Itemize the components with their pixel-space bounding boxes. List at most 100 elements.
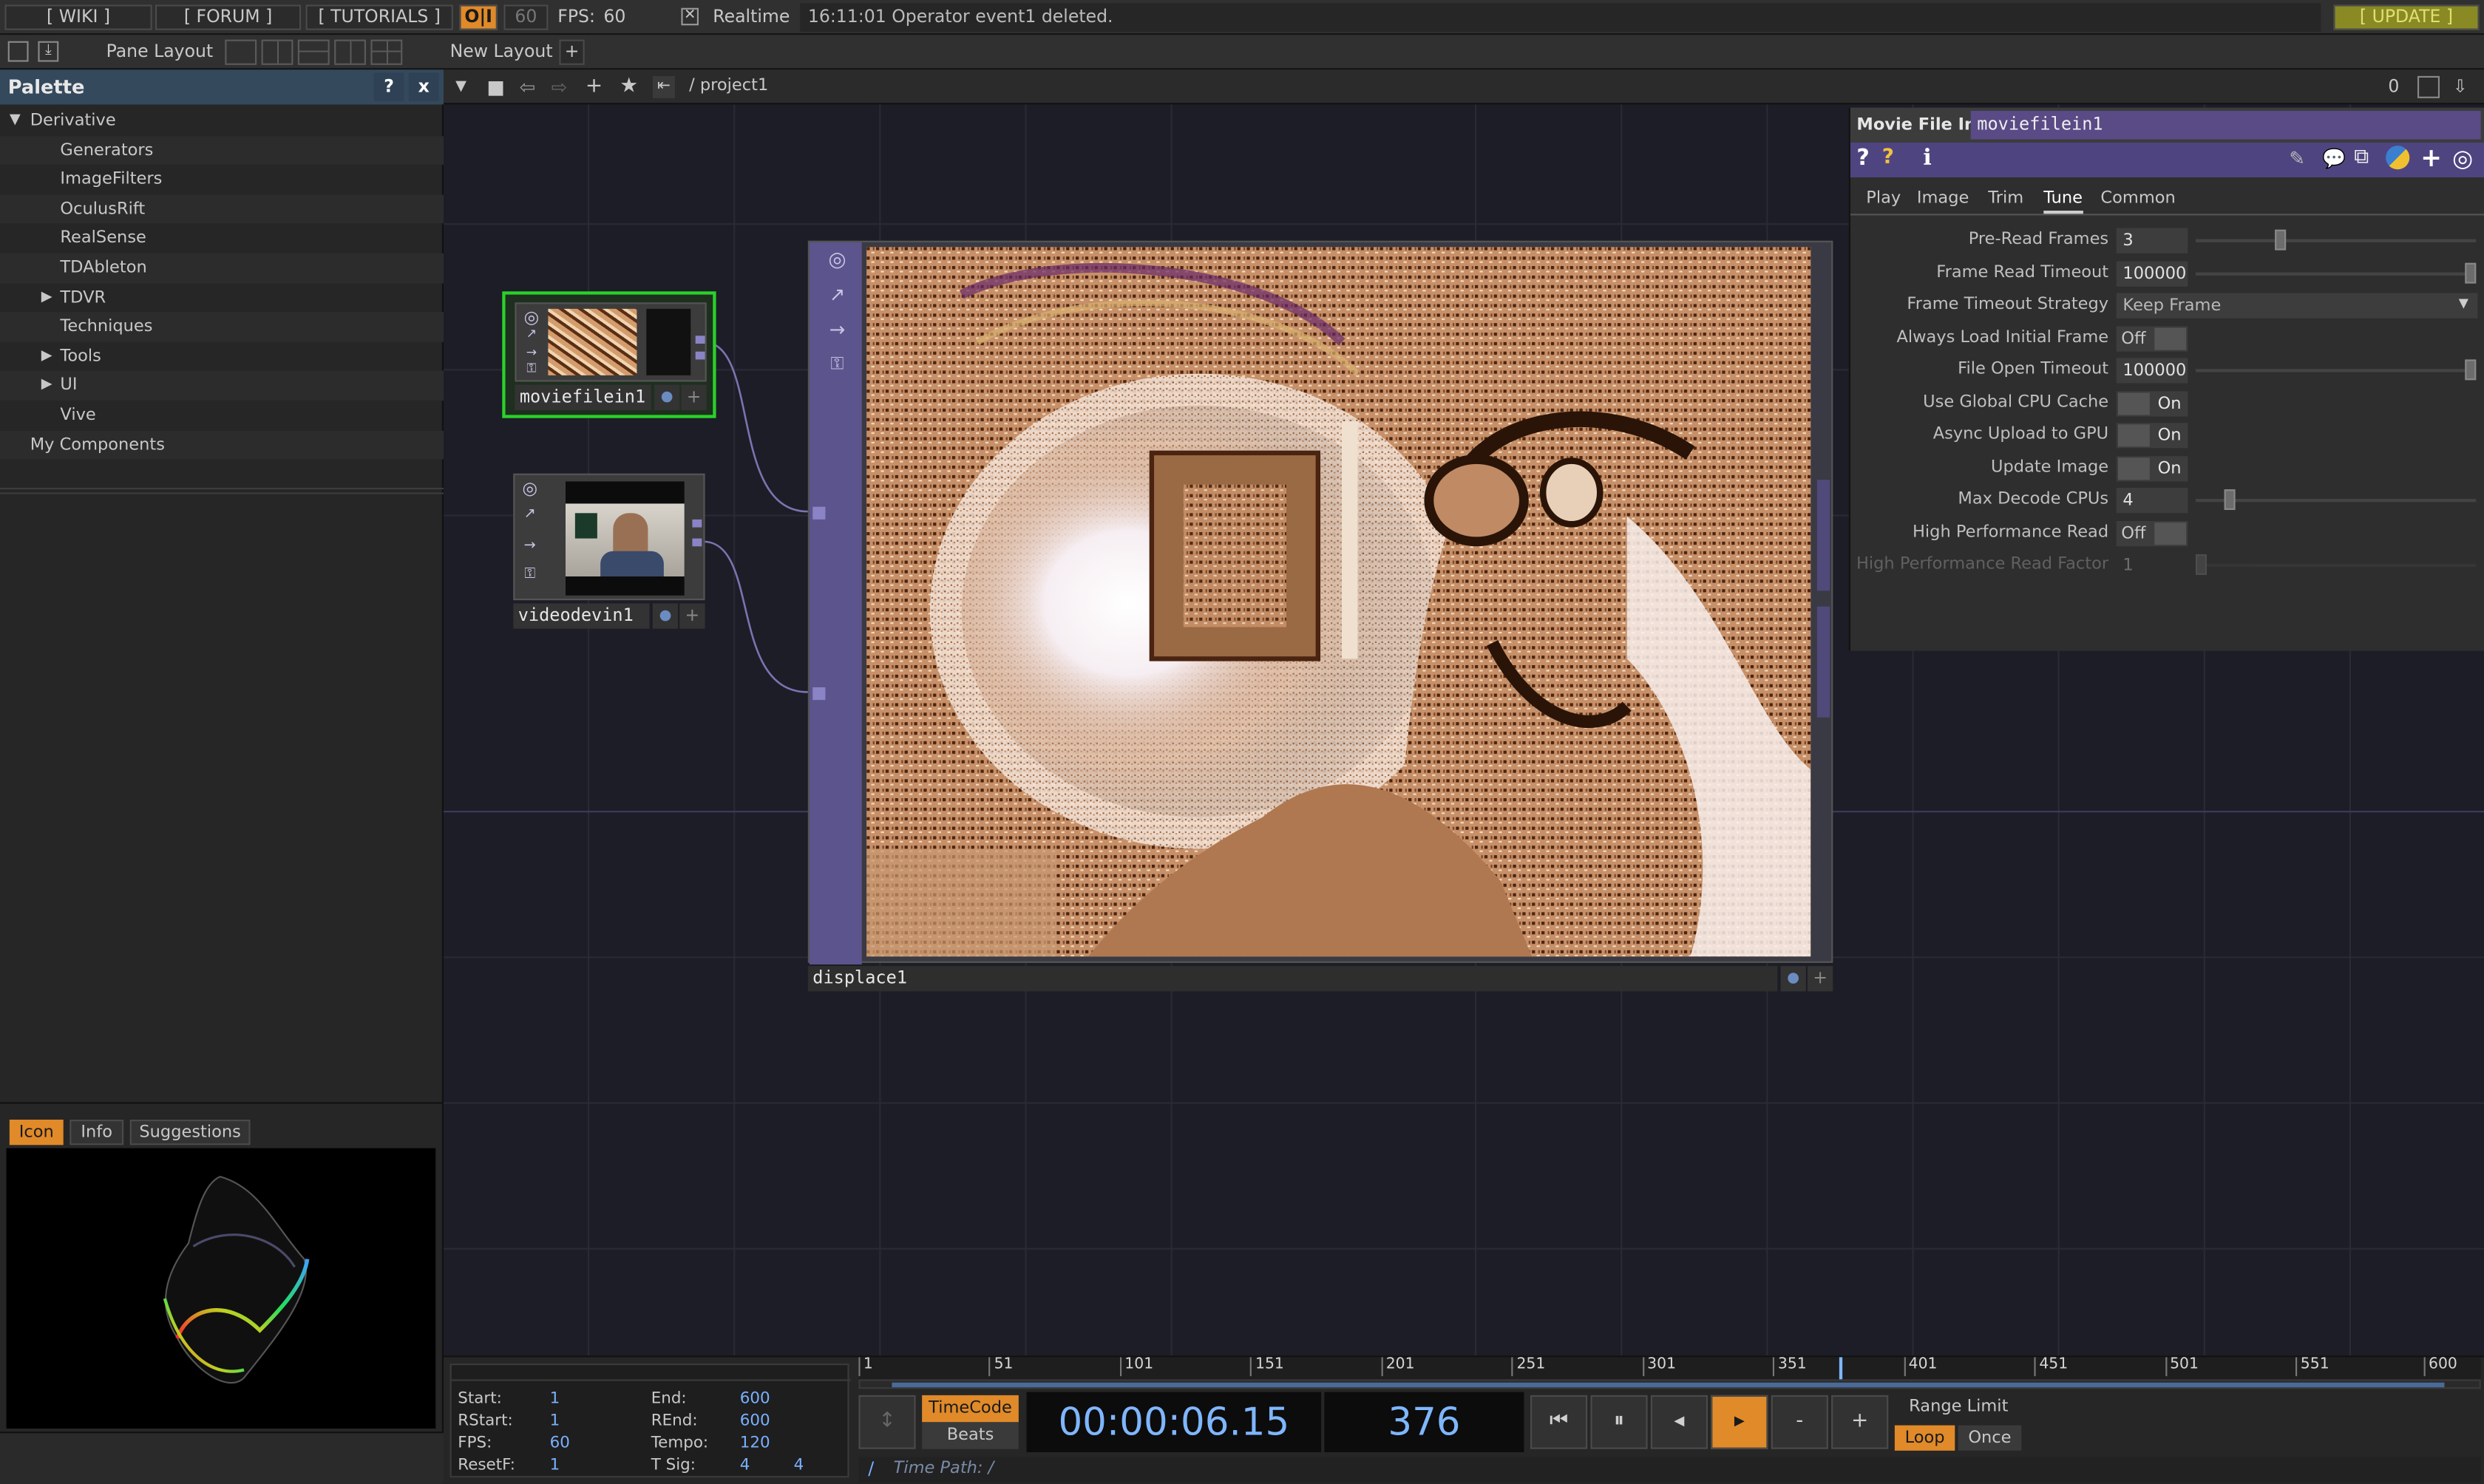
- tree-item-oculusrift[interactable]: OculusRift: [0, 194, 444, 224]
- output-connector[interactable]: [1816, 480, 1830, 591]
- tutorials-button[interactable]: [ TUTORIALS ]: [305, 4, 453, 30]
- tree-item-imagefilters[interactable]: ImageFilters: [0, 165, 444, 194]
- param-toggle[interactable]: Off: [2116, 325, 2188, 351]
- node-label[interactable]: videodevin1: [513, 603, 650, 629]
- decrement-button[interactable]: -: [1771, 1395, 1828, 1449]
- range-scrollbar-thumb[interactable]: [892, 1382, 2445, 1388]
- forward-arrow-icon[interactable]: ⇨: [548, 76, 570, 98]
- parent-icon[interactable]: ⇤: [652, 75, 675, 98]
- maximize-icon[interactable]: [2417, 75, 2440, 98]
- tab-info[interactable]: Info: [69, 1120, 124, 1146]
- tab-tune[interactable]: Tune: [2043, 188, 2083, 214]
- layout-quad-icon[interactable]: [370, 39, 403, 65]
- slider-knob[interactable]: [2465, 359, 2477, 381]
- beats-mode-button[interactable]: Beats: [922, 1422, 1019, 1449]
- add-icon[interactable]: +: [2420, 143, 2442, 173]
- playhead-marker[interactable]: [1838, 1357, 1842, 1380]
- param-slider[interactable]: [2196, 262, 2477, 283]
- output-connector[interactable]: [1816, 606, 1830, 718]
- step-back-button[interactable]: ◂: [1650, 1395, 1708, 1449]
- viewer-icon[interactable]: ◎: [825, 248, 849, 280]
- skip-to-start-button[interactable]: ⏮: [1530, 1395, 1588, 1449]
- update-button[interactable]: [ UPDATE ]: [2333, 4, 2480, 30]
- param-slider[interactable]: [2196, 489, 2477, 510]
- output-connector[interactable]: [692, 519, 702, 528]
- param-value-field[interactable]: 4: [2116, 488, 2188, 514]
- param-value-field[interactable]: 100000: [2116, 260, 2188, 286]
- node-label[interactable]: displace1: [807, 966, 1778, 992]
- python-help-icon[interactable]: ?⁠: [1882, 146, 1894, 169]
- lock-icon[interactable]: ⚿: [825, 353, 849, 385]
- time-path-label[interactable]: Time Path: /: [894, 1459, 994, 1478]
- param-value-field[interactable]: 3: [2116, 228, 2188, 253]
- tree-item-vive[interactable]: Vive: [0, 401, 444, 430]
- input-connector[interactable]: [812, 687, 826, 701]
- back-arrow-icon[interactable]: ⇦: [517, 76, 539, 98]
- star-icon[interactable]: ★: [618, 75, 640, 98]
- tab-icon[interactable]: Icon: [9, 1120, 64, 1146]
- increment-button[interactable]: +: [1831, 1395, 1889, 1449]
- slider-knob[interactable]: [2465, 262, 2477, 283]
- param-toggle[interactable]: On: [2116, 390, 2188, 416]
- image-icon[interactable]: [7, 41, 29, 62]
- displace-viewer[interactable]: [866, 247, 1811, 957]
- param-toggle[interactable]: On: [2116, 455, 2188, 481]
- output-connector[interactable]: [695, 336, 705, 344]
- layout-three-pane-icon[interactable]: [334, 39, 366, 65]
- param-menu[interactable]: Keep Frame: [2116, 293, 2478, 319]
- pause-button[interactable]: ⏸: [1590, 1395, 1648, 1449]
- chevron-down-icon[interactable]: ▼: [450, 76, 472, 98]
- output-connector[interactable]: [692, 538, 702, 547]
- tab-image[interactable]: Image: [1917, 188, 1969, 208]
- display-flag-icon[interactable]: ●: [652, 603, 679, 629]
- palette-help-button[interactable]: ?: [373, 72, 404, 102]
- display-flag-icon[interactable]: ●: [654, 384, 680, 410]
- tab-play[interactable]: Play: [1866, 188, 1901, 208]
- palette-divider[interactable]: [0, 488, 444, 494]
- tree-item-tdvr[interactable]: ▶ TDVR: [0, 283, 444, 313]
- wiki-button[interactable]: [ WIKI ]: [4, 4, 152, 30]
- tree-item-my-components[interactable]: My Components: [0, 429, 444, 460]
- lock-icon[interactable]: ⚿: [518, 567, 542, 599]
- timecode-mode-button[interactable]: TimeCode: [922, 1395, 1019, 1423]
- fps-cap-field[interactable]: 60: [503, 4, 549, 30]
- time-toggle-button[interactable]: ↕: [858, 1395, 916, 1449]
- add-layout-button[interactable]: +: [559, 39, 585, 65]
- info-icon[interactable]: i: [1923, 146, 1931, 171]
- tab-trim[interactable]: Trim: [1988, 188, 2023, 208]
- add-icon[interactable]: +: [583, 75, 605, 98]
- node-moviefilein1[interactable]: ◎ ↗ → ⚿ moviefilein1 ● +: [502, 291, 716, 418]
- param-toggle[interactable]: Off: [2116, 520, 2188, 546]
- frame-display[interactable]: 376: [1324, 1392, 1524, 1452]
- tree-item-tools[interactable]: ▶ Tools: [0, 341, 444, 371]
- node-label[interactable]: moviefilein1: [515, 384, 651, 410]
- tab-suggestions[interactable]: Suggestions: [129, 1120, 251, 1146]
- comment-icon[interactable]: 💬: [2322, 147, 2346, 169]
- loop-button[interactable]: Loop: [1894, 1425, 1955, 1451]
- timecode-display[interactable]: 00:00:06.15: [1026, 1392, 1322, 1452]
- param-slider[interactable]: [2196, 359, 2477, 381]
- realtime-checkbox[interactable]: ✕: [681, 7, 699, 26]
- arrow-right-icon[interactable]: →: [518, 539, 542, 571]
- clone-icon[interactable]: ⧉: [2354, 146, 2369, 169]
- bypass-icon[interactable]: ↗: [825, 284, 849, 316]
- help-icon[interactable]: ?: [1856, 146, 1869, 171]
- tree-item-ui[interactable]: ▶ UI: [0, 371, 444, 401]
- output-connector[interactable]: [695, 351, 705, 360]
- param-value-field[interactable]: 100000: [2116, 358, 2188, 384]
- edit-icon[interactable]: ✎: [2289, 147, 2305, 169]
- target-icon[interactable]: ◎: [2452, 144, 2473, 173]
- tree-item-derivative[interactable]: ▼ Derivative: [0, 106, 444, 136]
- layout-split-vertical-icon[interactable]: [261, 39, 293, 65]
- node-displace1[interactable]: ◎ ↗ → ⚿ displace1 ● +: [807, 240, 1833, 993]
- viewer-icon[interactable]: ◎: [518, 478, 542, 510]
- param-slider[interactable]: [2196, 229, 2477, 251]
- expand-icon[interactable]: +: [679, 603, 705, 629]
- slider-knob[interactable]: [2275, 229, 2287, 251]
- tree-item-techniques[interactable]: Techniques: [0, 312, 444, 342]
- tree-item-tdableton[interactable]: TDAbleton: [0, 253, 444, 283]
- op-name-field[interactable]: moviefilein1: [1970, 111, 2481, 140]
- tab-common[interactable]: Common: [2100, 188, 2175, 208]
- range-scrollbar[interactable]: [858, 1379, 2481, 1389]
- pin-icon[interactable]: ⇩: [2449, 76, 2471, 98]
